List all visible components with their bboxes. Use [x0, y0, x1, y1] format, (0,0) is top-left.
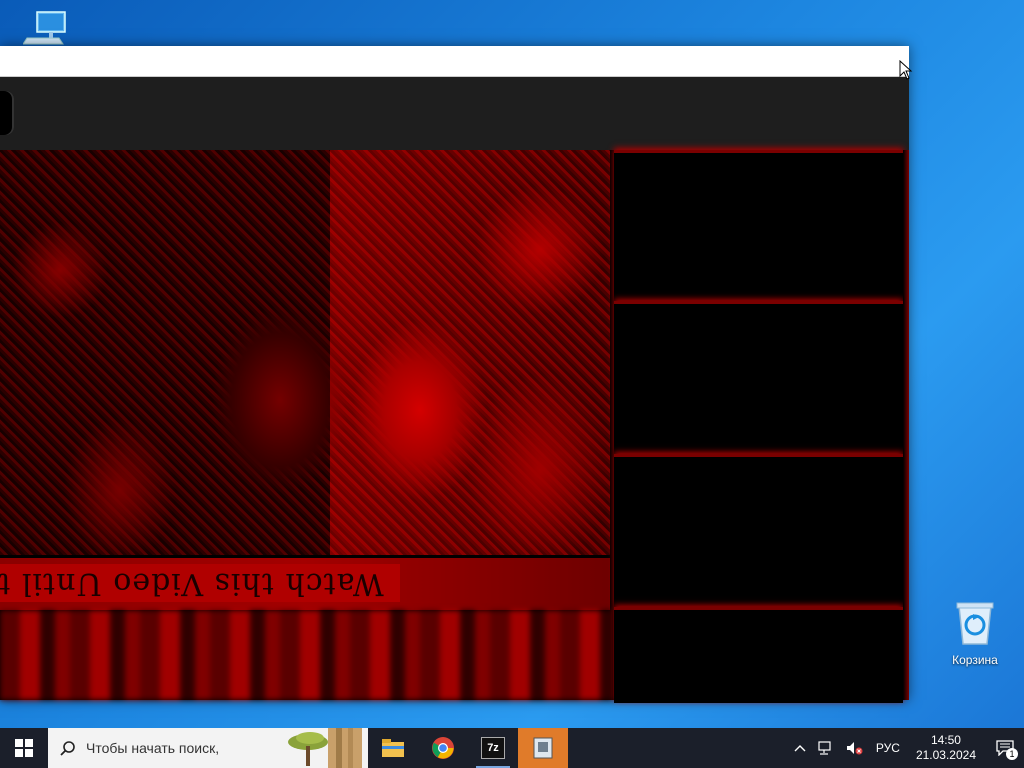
- taskbar-search-box[interactable]: Чтобы начать поиск,: [48, 728, 368, 768]
- active-app-icon: [533, 737, 553, 759]
- volume-muted-icon: [846, 742, 863, 755]
- file-explorer-icon: [382, 739, 404, 757]
- video-caption: Watch this Video Until th: [0, 564, 400, 602]
- taskbar: Чтобы начать поиск, 7z РУС 14:50 21.03.2…: [0, 728, 1024, 768]
- search-highlight-tree-icon: [288, 728, 362, 768]
- thumbnail-1[interactable]: [614, 150, 903, 301]
- network-tray-button[interactable]: [812, 741, 840, 755]
- 7zip-icon: 7z: [481, 737, 505, 759]
- this-pc-desktop-icon[interactable]: [14, 8, 78, 49]
- start-button[interactable]: [0, 728, 48, 768]
- show-hidden-icons-button[interactable]: [788, 744, 812, 752]
- chevron-up-icon: [794, 745, 806, 752]
- thumbnail-column: [612, 150, 909, 703]
- thumbnail-4[interactable]: [614, 607, 903, 703]
- video-player[interactable]: [0, 150, 610, 555]
- thumbnail-2[interactable]: [614, 301, 903, 454]
- video-page: Watch this Video Until th: [0, 150, 909, 703]
- video-caption-bar: Watch this Video Until th: [0, 558, 610, 610]
- video-dark-region: [0, 150, 330, 555]
- video-caption-text: Watch this Video Until th: [0, 565, 384, 601]
- taskbar-file-explorer[interactable]: [368, 728, 418, 768]
- app-window[interactable]: Watch this Video Until th: [0, 46, 909, 703]
- taskbar-active-app[interactable]: [518, 728, 568, 768]
- notification-count-badge: 1: [1006, 748, 1018, 760]
- search-icon: [60, 741, 75, 756]
- language-indicator[interactable]: РУС: [870, 741, 906, 755]
- mouse-cursor-icon: [899, 60, 913, 80]
- recycle-bin-desktop-icon[interactable]: Корзина: [943, 600, 1007, 667]
- thumbnail-edge-glow: [903, 150, 909, 700]
- system-tray: РУС 14:50 21.03.2024 1: [788, 728, 1024, 768]
- action-center-button[interactable]: 1: [986, 728, 1024, 768]
- computer-icon: [22, 11, 66, 45]
- recycle-bin-icon: [956, 602, 994, 645]
- taskbar-7zip[interactable]: 7z: [468, 728, 518, 768]
- chrome-icon: [432, 737, 454, 759]
- window-header-bar: [0, 77, 909, 150]
- volume-tray-button[interactable]: [840, 741, 870, 755]
- windows-logo-icon: [15, 739, 33, 757]
- network-icon: [818, 741, 831, 755]
- thumbnail-3[interactable]: [614, 454, 903, 607]
- video-face-region: [330, 150, 610, 555]
- window-titlebar[interactable]: [0, 46, 909, 77]
- search-placeholder: Чтобы начать поиск,: [86, 740, 220, 756]
- taskbar-chrome[interactable]: [418, 728, 468, 768]
- clock-date: 21.03.2024: [915, 748, 976, 762]
- clock[interactable]: 14:50 21.03.2024: [906, 733, 986, 763]
- video-blur-strip: [0, 610, 612, 700]
- logo-icon: [0, 91, 14, 135]
- recycle-bin-label: Корзина: [952, 653, 998, 667]
- clock-time: 14:50: [930, 733, 961, 747]
